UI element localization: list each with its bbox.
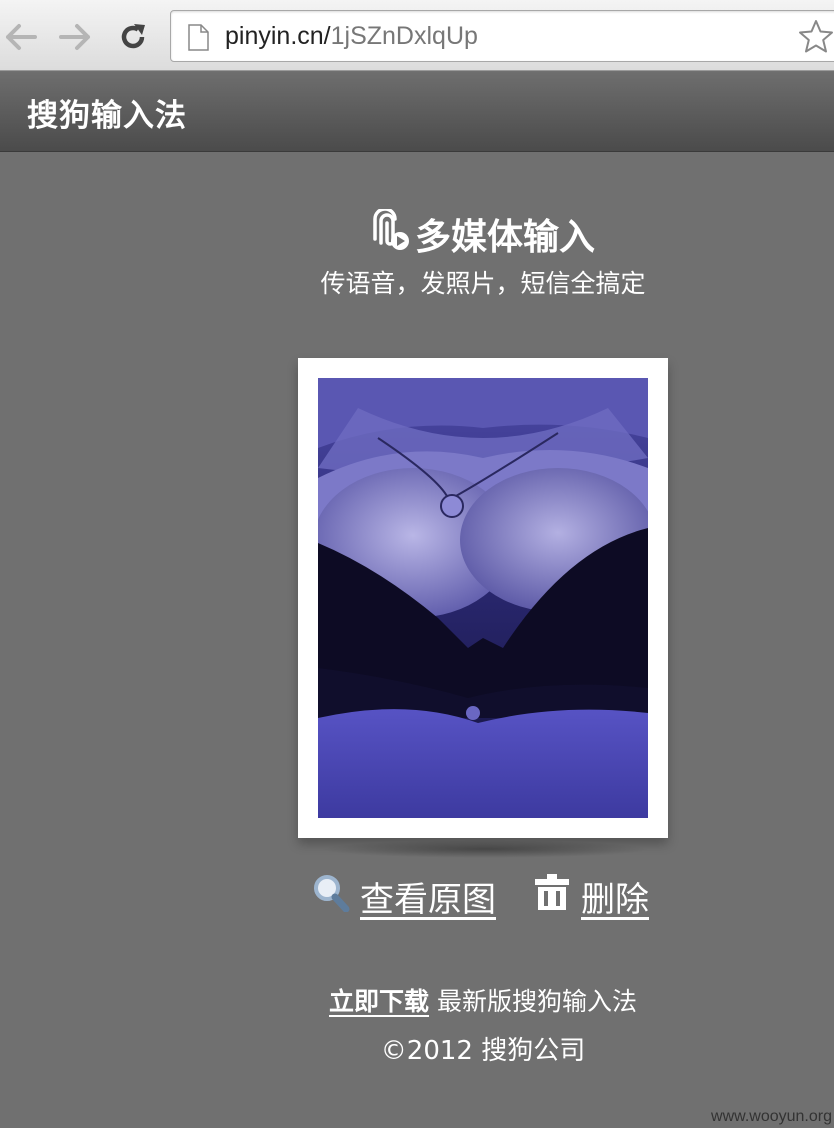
forward-arrow-icon xyxy=(59,23,91,51)
subtitle: 传语音，发照片，短信全搞定 xyxy=(320,269,646,298)
back-button[interactable] xyxy=(4,20,38,54)
url-host: pinyin.cn/ xyxy=(225,22,331,50)
reload-icon xyxy=(118,22,148,52)
view-original-label[interactable]: 查看原图 xyxy=(360,872,496,921)
photo-actions: 查看原图 删除 xyxy=(0,872,834,922)
photo-frame[interactable] xyxy=(298,358,668,838)
site-title: 搜狗输入法 xyxy=(27,98,187,134)
site-header: 搜狗输入法 xyxy=(0,72,834,152)
heading-row: 多媒体输入 xyxy=(0,206,834,260)
delete-button[interactable]: 删除 xyxy=(533,872,649,921)
address-bar[interactable]: pinyin.cn/1jSZnDxlqUp xyxy=(170,10,834,62)
photo[interactable] xyxy=(318,378,648,818)
attachment-play-icon xyxy=(371,206,411,260)
url-path: 1jSZnDxlqUp xyxy=(330,22,478,50)
magnifier-icon xyxy=(312,872,350,921)
watermark: www.wooyun.org xyxy=(711,1108,832,1125)
page-icon xyxy=(187,24,209,55)
trash-icon xyxy=(533,872,571,921)
forward-button[interactable] xyxy=(58,20,92,54)
multimedia-heading: 多媒体输入 xyxy=(371,206,595,260)
download-line: 立即下载 最新版搜狗输入法 xyxy=(0,982,834,1018)
bookmark-star-icon[interactable] xyxy=(798,19,834,57)
browser-toolbar: pinyin.cn/1jSZnDxlqUp xyxy=(0,0,834,71)
delete-label[interactable]: 删除 xyxy=(581,872,649,921)
photo-shadow xyxy=(320,840,650,858)
heading-text: 多媒体输入 xyxy=(414,217,595,258)
view-original-button[interactable]: 查看原图 xyxy=(312,872,496,921)
reload-button[interactable] xyxy=(116,20,150,54)
download-text: 最新版搜狗输入法 xyxy=(429,987,637,1016)
download-link[interactable]: 立即下载 xyxy=(329,987,429,1016)
back-arrow-icon xyxy=(5,23,37,51)
url-text[interactable]: pinyin.cn/1jSZnDxlqUp xyxy=(225,20,478,52)
copyright: ©2012 搜狗公司 xyxy=(380,1036,586,1066)
